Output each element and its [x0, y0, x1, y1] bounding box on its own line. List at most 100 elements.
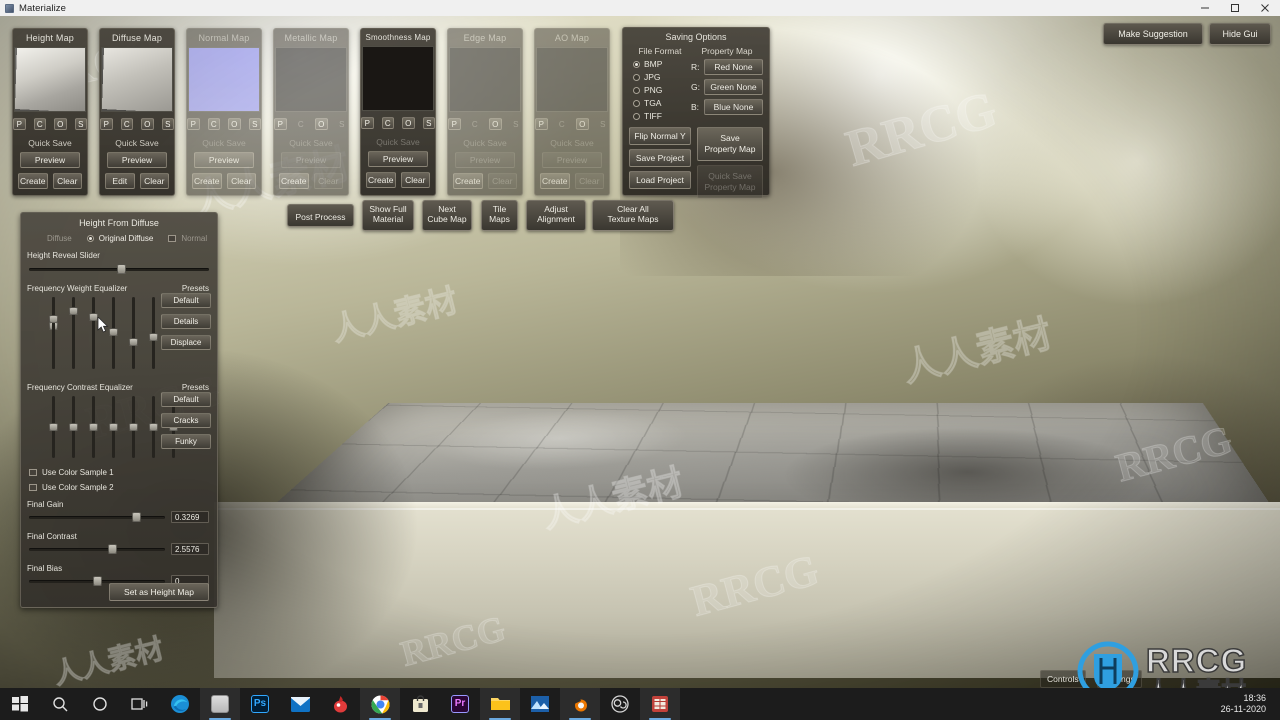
pcos-button-o[interactable]: O	[228, 118, 241, 130]
pcos-button-c[interactable]: C	[381, 117, 394, 129]
eq-slider-7[interactable]	[49, 297, 58, 369]
pcos-button-s[interactable]: S	[161, 118, 174, 130]
load-project-button[interactable]: Load Project	[629, 171, 691, 189]
pcos-button-c[interactable]: C	[556, 118, 569, 130]
pcos-button-o[interactable]: O	[54, 118, 67, 130]
use-color-sample-1-row[interactable]: Use Color Sample 1	[21, 458, 217, 477]
format-option-tga[interactable]: TGA	[629, 98, 691, 108]
make-suggestion-button[interactable]: Make Suggestion	[1103, 23, 1203, 45]
pcos-button-p[interactable]: P	[100, 118, 113, 130]
preset-default-button[interactable]: Default	[161, 293, 211, 308]
taskbar-cortana-button[interactable]	[80, 688, 120, 720]
pcos-button-s[interactable]: S	[336, 118, 349, 130]
map-panel-ao-map[interactable]: AO Map P C O S Quick Save Preview Create…	[534, 28, 610, 196]
preset-cracks-button[interactable]: Cracks	[161, 413, 211, 428]
eq-slider-5[interactable]	[129, 297, 138, 369]
map-thumbnail[interactable]	[449, 47, 521, 112]
map-thumbnail[interactable]	[188, 47, 260, 112]
taskbar-red-app-button[interactable]	[320, 688, 360, 720]
pcos-button-s[interactable]: S	[74, 118, 87, 130]
adjust-alignment-button[interactable]: Adjust Alignment	[526, 200, 586, 231]
format-option-jpg[interactable]: JPG	[629, 72, 691, 82]
taskbar-photos-button[interactable]	[520, 688, 560, 720]
slider-knob[interactable]	[117, 264, 127, 274]
slider-knob[interactable]	[49, 423, 58, 431]
preset-default-button[interactable]: Default	[161, 392, 211, 407]
show-full-material-button[interactable]: Show Full Material	[362, 200, 414, 231]
slider-knob[interactable]	[107, 544, 117, 554]
taskbar-start-button[interactable]	[0, 688, 40, 720]
taskbar-file-manager-button[interactable]	[200, 688, 240, 720]
taskbar-search-button[interactable]	[40, 688, 80, 720]
close-icon[interactable]	[1250, 0, 1280, 16]
edit-button[interactable]: Edit	[105, 173, 135, 189]
slider-knob[interactable]	[109, 328, 118, 336]
taskbar-store-button[interactable]	[400, 688, 440, 720]
clear-button[interactable]: Clear	[226, 173, 256, 189]
preview-button[interactable]: Preview	[20, 152, 80, 168]
preset-details-button[interactable]: Details	[161, 314, 211, 329]
channel-select-b[interactable]: Blue None	[704, 99, 763, 115]
create-button[interactable]: Create	[366, 172, 396, 188]
hide-gui-button[interactable]: Hide Gui	[1209, 23, 1271, 45]
channel-select-g[interactable]: Green None	[704, 79, 763, 95]
maximize-icon[interactable]	[1220, 0, 1250, 16]
cq-slider-1[interactable]	[49, 396, 58, 458]
taskbar-premiere-button[interactable]: Pr	[440, 688, 480, 720]
pcos-button-o[interactable]: O	[141, 118, 154, 130]
final-contrast-slider[interactable]	[29, 544, 165, 554]
pcos-button-p[interactable]: P	[13, 118, 26, 130]
post-process-button[interactable]: Post Process	[287, 204, 354, 227]
checkbox-icon[interactable]	[168, 235, 177, 242]
pcos-button-p[interactable]: P	[361, 117, 374, 129]
cq-slider-2[interactable]	[69, 396, 78, 458]
slider-knob[interactable]	[49, 315, 58, 323]
cq-slider-6[interactable]	[149, 396, 158, 458]
pcos-button-o[interactable]: O	[402, 117, 415, 129]
slider-knob[interactable]	[109, 423, 118, 431]
taskbar-materialize-button[interactable]	[640, 688, 680, 720]
pcos-button-s[interactable]: S	[248, 118, 261, 130]
frequency-contrast-equalizer[interactable]: Default Cracks Funky	[21, 392, 217, 458]
taskbar-clock[interactable]: 18:36 26-11-2020	[1221, 693, 1280, 715]
map-panel-normal-map[interactable]: Normal Map P C O S Quick Save Preview Cr…	[186, 28, 262, 196]
quick-save-button[interactable]: Quick Save	[100, 138, 174, 148]
create-button[interactable]: Create	[18, 173, 48, 189]
map-panel-smoothness-map[interactable]: Smoothness Map P C O S Quick Save Previe…	[360, 28, 436, 196]
next-cube-map-button[interactable]: Next Cube Map	[422, 200, 472, 231]
pcos-button-c[interactable]: C	[120, 118, 133, 130]
taskbar-explorer-button[interactable]	[480, 688, 520, 720]
preset-displace-button[interactable]: Displace	[161, 335, 211, 350]
preset-funky-button[interactable]: Funky	[161, 434, 211, 449]
source-mode-normal-label[interactable]: Normal	[181, 234, 207, 243]
final-gain-slider[interactable]	[29, 512, 165, 522]
map-thumbnail[interactable]	[362, 46, 434, 111]
taskbar-edge-button[interactable]	[160, 688, 200, 720]
pcos-button-p[interactable]: P	[274, 118, 287, 130]
map-thumbnail[interactable]	[14, 47, 86, 112]
map-panel-height-map[interactable]: Height Map P C O S Quick Save Preview Cr…	[12, 28, 88, 196]
set-as-height-map-button[interactable]: Set as Height Map	[109, 583, 209, 601]
eq-slider-4[interactable]	[109, 297, 118, 369]
format-option-tiff[interactable]: TIFF	[629, 111, 691, 121]
slider-knob[interactable]	[69, 307, 78, 315]
flip-normal-y-button[interactable]: Flip Normal Y	[629, 127, 691, 145]
pcos-button-s[interactable]: S	[422, 117, 435, 129]
save-project-button[interactable]: Save Project	[629, 149, 691, 167]
taskbar-blender-button[interactable]	[560, 688, 600, 720]
taskbar-photoshop-button[interactable]: Ps	[240, 688, 280, 720]
map-panel-diffuse-map[interactable]: Diffuse Map P C O S Quick Save Preview E…	[99, 28, 175, 196]
create-button[interactable]: Create	[540, 173, 570, 189]
format-option-bmp[interactable]: BMP	[629, 59, 691, 69]
preview-button[interactable]: Preview	[107, 152, 167, 168]
eq-slider-6[interactable]	[149, 297, 158, 369]
height-reveal-slider[interactable]	[29, 264, 209, 274]
slider-knob[interactable]	[132, 512, 142, 522]
taskbar-mail-button[interactable]	[280, 688, 320, 720]
final-contrast-value[interactable]: 2.5576	[171, 543, 209, 555]
channel-select-r[interactable]: Red None	[704, 59, 763, 75]
use-color-sample-2-row[interactable]: Use Color Sample 2	[21, 477, 217, 492]
create-button[interactable]: Create	[279, 173, 309, 189]
eq-slider-2[interactable]	[69, 297, 78, 369]
slider-knob[interactable]	[129, 423, 138, 431]
